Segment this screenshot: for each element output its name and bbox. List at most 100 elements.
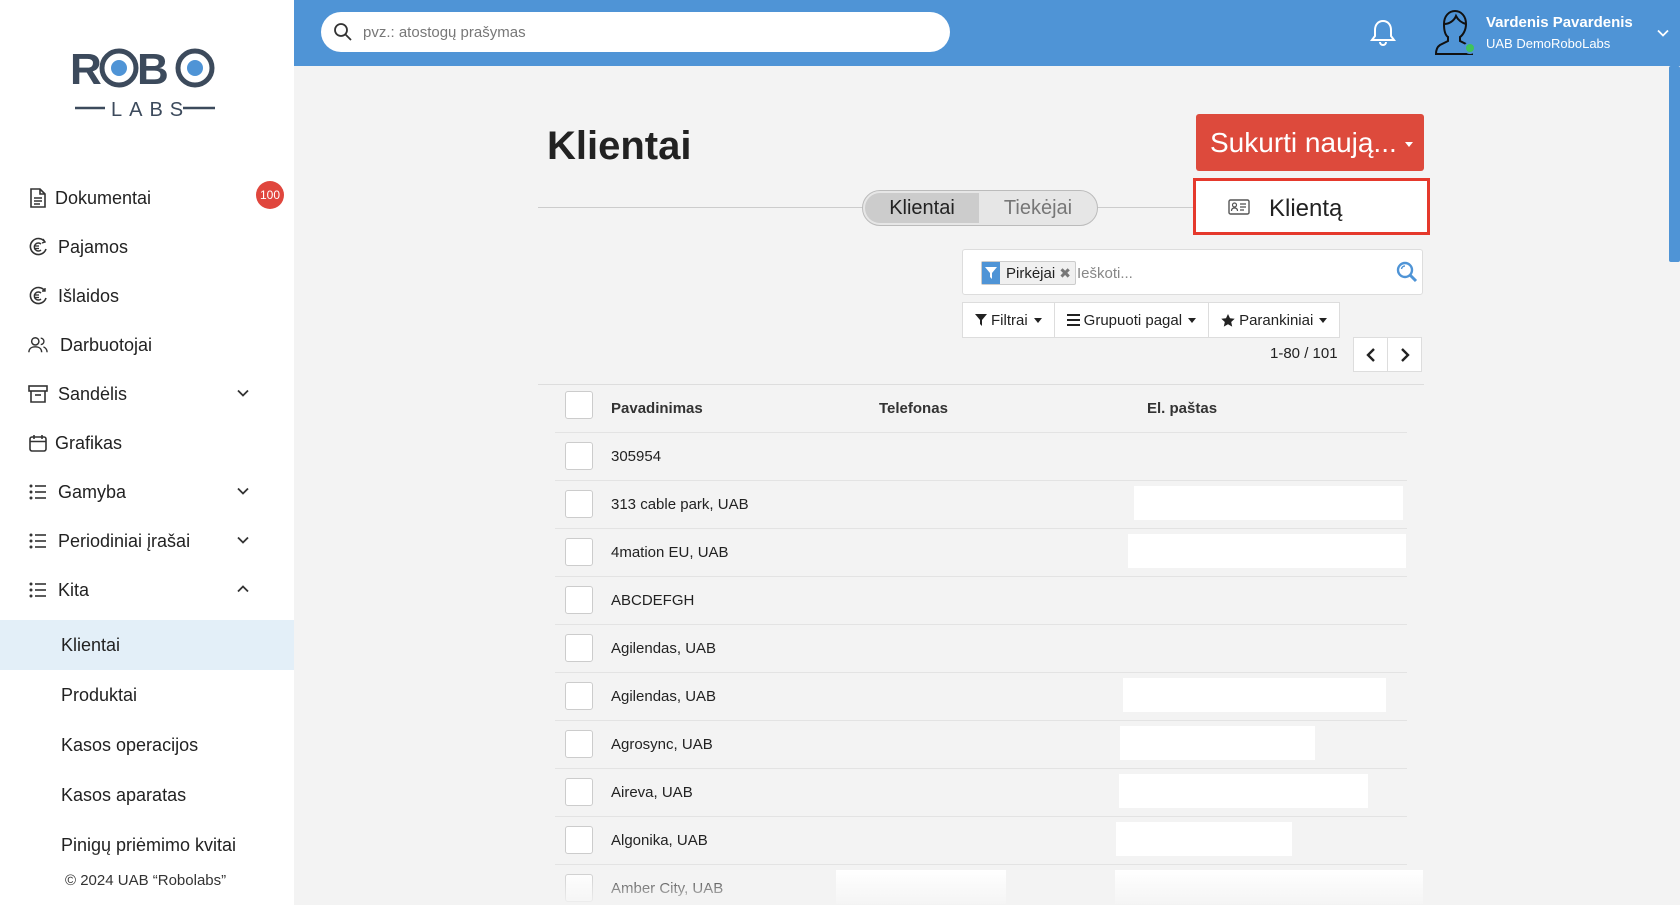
caret-down-icon xyxy=(1404,142,1413,147)
scrollbar-thumb[interactable] xyxy=(1669,66,1680,262)
close-icon[interactable]: ✖ xyxy=(1059,265,1075,282)
create-dropdown-menu: Klientą xyxy=(1193,178,1430,235)
sidebar-item-produktai[interactable]: Produktai xyxy=(0,670,294,720)
redacted-cell xyxy=(1128,534,1406,568)
list-icon xyxy=(28,580,48,600)
column-header-name[interactable]: Pavadinimas xyxy=(611,400,703,417)
sidebar-item-kita[interactable]: Kita xyxy=(0,565,294,615)
chevron-down-icon[interactable] xyxy=(1656,26,1670,40)
row-checkbox[interactable] xyxy=(565,634,593,662)
sidebar-item-label: Periodiniai įrašai xyxy=(58,531,191,551)
create-client-label: Klientą xyxy=(1269,195,1343,222)
sidebar-item-label: Kasos aparatas xyxy=(61,785,187,805)
row-checkbox[interactable] xyxy=(565,730,593,758)
table-row[interactable]: 305954 xyxy=(555,432,1407,480)
svg-text:R: R xyxy=(70,45,101,94)
sidebar-item-label: Grafikas xyxy=(55,433,123,453)
search-options-toolbar: Filtrai Grupuoti pagal Parankiniai xyxy=(962,302,1341,338)
row-checkbox[interactable] xyxy=(565,778,593,806)
redacted-cell xyxy=(1115,870,1423,904)
table-row[interactable]: Agilendas, UAB xyxy=(555,624,1407,672)
sidebar-item-darbuotojai[interactable]: Darbuotojai xyxy=(0,320,294,370)
document-icon xyxy=(28,188,48,208)
online-status-icon xyxy=(1464,42,1476,54)
cell-name: Agrosync, UAB xyxy=(611,736,713,753)
row-checkbox[interactable] xyxy=(565,442,593,470)
sidebar-item-pajamos[interactable]: Pajamos xyxy=(0,222,294,272)
row-checkbox[interactable] xyxy=(565,874,593,902)
cell-name: ABCDEFGH xyxy=(611,592,695,609)
row-checkbox[interactable] xyxy=(565,490,593,518)
caret-down-icon xyxy=(1033,317,1042,323)
global-search-input[interactable] xyxy=(363,12,933,52)
chevron-down-icon[interactable] xyxy=(236,533,250,547)
sidebar-item-label: Kasos operacijos xyxy=(61,735,199,755)
filter-search-box: Pirkėjai ✖ xyxy=(962,249,1423,295)
euro-expense-icon xyxy=(28,286,48,306)
sidebar-item-kasos-operacijos[interactable]: Kasos operacijos xyxy=(0,720,294,770)
robolabs-logo[interactable]: R B LABS xyxy=(70,44,220,124)
column-header-phone[interactable]: Telefonas xyxy=(879,400,948,417)
cell-name: 4mation EU, UAB xyxy=(611,544,729,561)
create-client-option[interactable]: Klientą xyxy=(1198,183,1425,230)
cell-name: Agilendas, UAB xyxy=(611,640,717,657)
facet-tag: Pirkėjai ✖ xyxy=(981,261,1076,285)
group-by-button[interactable]: Grupuoti pagal xyxy=(1053,302,1210,338)
chevron-down-icon[interactable] xyxy=(236,484,250,498)
row-checkbox[interactable] xyxy=(565,586,593,614)
list-search-input[interactable] xyxy=(1077,260,1377,286)
cell-name: Agilendas, UAB xyxy=(611,688,717,705)
chevron-down-icon[interactable] xyxy=(236,386,250,400)
redacted-cell xyxy=(1119,774,1368,808)
tab-klientai[interactable]: Klientai xyxy=(865,193,979,223)
facet-label: Pirkėjai xyxy=(1006,264,1056,282)
sidebar-item-label: Sandėlis xyxy=(58,384,128,404)
sidebar-item-grafikas[interactable]: Grafikas xyxy=(0,418,294,468)
filters-label: Filtrai xyxy=(991,311,1028,329)
search-icon xyxy=(334,23,352,41)
user-name[interactable]: Vardenis Pavardenis xyxy=(1486,14,1633,31)
table-row[interactable]: ABCDEFGH xyxy=(555,576,1407,624)
sidebar-item-periodiniai-irasai[interactable]: Periodiniai įrašai xyxy=(0,516,294,566)
redacted-cell xyxy=(836,870,1006,904)
pager-next-button[interactable] xyxy=(1387,337,1422,372)
row-checkbox[interactable] xyxy=(565,826,593,854)
filter-icon xyxy=(982,262,1000,284)
pager-previous-button[interactable] xyxy=(1353,337,1388,372)
sidebar-item-label: Gamyba xyxy=(58,482,127,502)
favorites-button[interactable]: Parankiniai xyxy=(1208,302,1341,338)
caret-down-icon xyxy=(1188,317,1197,323)
select-all-checkbox[interactable] xyxy=(565,391,593,419)
sidebar-item-sandelis[interactable]: Sandėlis xyxy=(0,369,294,419)
redacted-cell xyxy=(1134,486,1403,520)
filters-button[interactable]: Filtrai xyxy=(962,302,1055,338)
column-header-email[interactable]: El. paštas xyxy=(1147,400,1217,417)
redacted-cell xyxy=(1123,678,1386,712)
create-new-label: Sukurti naują... xyxy=(1210,126,1397,158)
cell-name: 305954 xyxy=(611,448,662,465)
group-by-label: Grupuoti pagal xyxy=(1083,311,1183,329)
row-checkbox[interactable] xyxy=(565,538,593,566)
bell-icon[interactable] xyxy=(1370,18,1396,46)
search-icon[interactable] xyxy=(1396,261,1418,283)
sidebar-item-label: Pajamos xyxy=(58,237,129,257)
row-checkbox[interactable] xyxy=(565,682,593,710)
page-title: Klientai xyxy=(547,124,692,168)
redacted-cell xyxy=(1116,822,1292,856)
sidebar-item-kasos-aparatas[interactable]: Kasos aparatas xyxy=(0,770,294,820)
sidebar-item-label: Darbuotojai xyxy=(60,335,153,355)
sidebar-item-label: Kita xyxy=(58,580,90,600)
sidebar-item-klientai[interactable]: Klientai xyxy=(0,620,294,670)
sidebar-item-label: Išlaidos xyxy=(58,286,120,306)
svg-text:LABS: LABS xyxy=(111,99,190,121)
bars-icon xyxy=(1066,314,1080,326)
sidebar-item-dokumentai[interactable]: Dokumentai xyxy=(0,173,294,223)
chevron-up-icon[interactable] xyxy=(236,582,250,596)
list-icon xyxy=(28,482,48,502)
sidebar-item-gamyba[interactable]: Gamyba xyxy=(0,467,294,517)
global-search xyxy=(321,12,950,52)
create-new-button[interactable]: Sukurti naują... xyxy=(1196,114,1424,171)
sidebar-item-islaidos[interactable]: Išlaidos xyxy=(0,271,294,321)
pager-value[interactable]: 1-80 / 101 xyxy=(1270,345,1338,362)
tab-tiekejai[interactable]: Tiekėjai xyxy=(981,193,1095,223)
